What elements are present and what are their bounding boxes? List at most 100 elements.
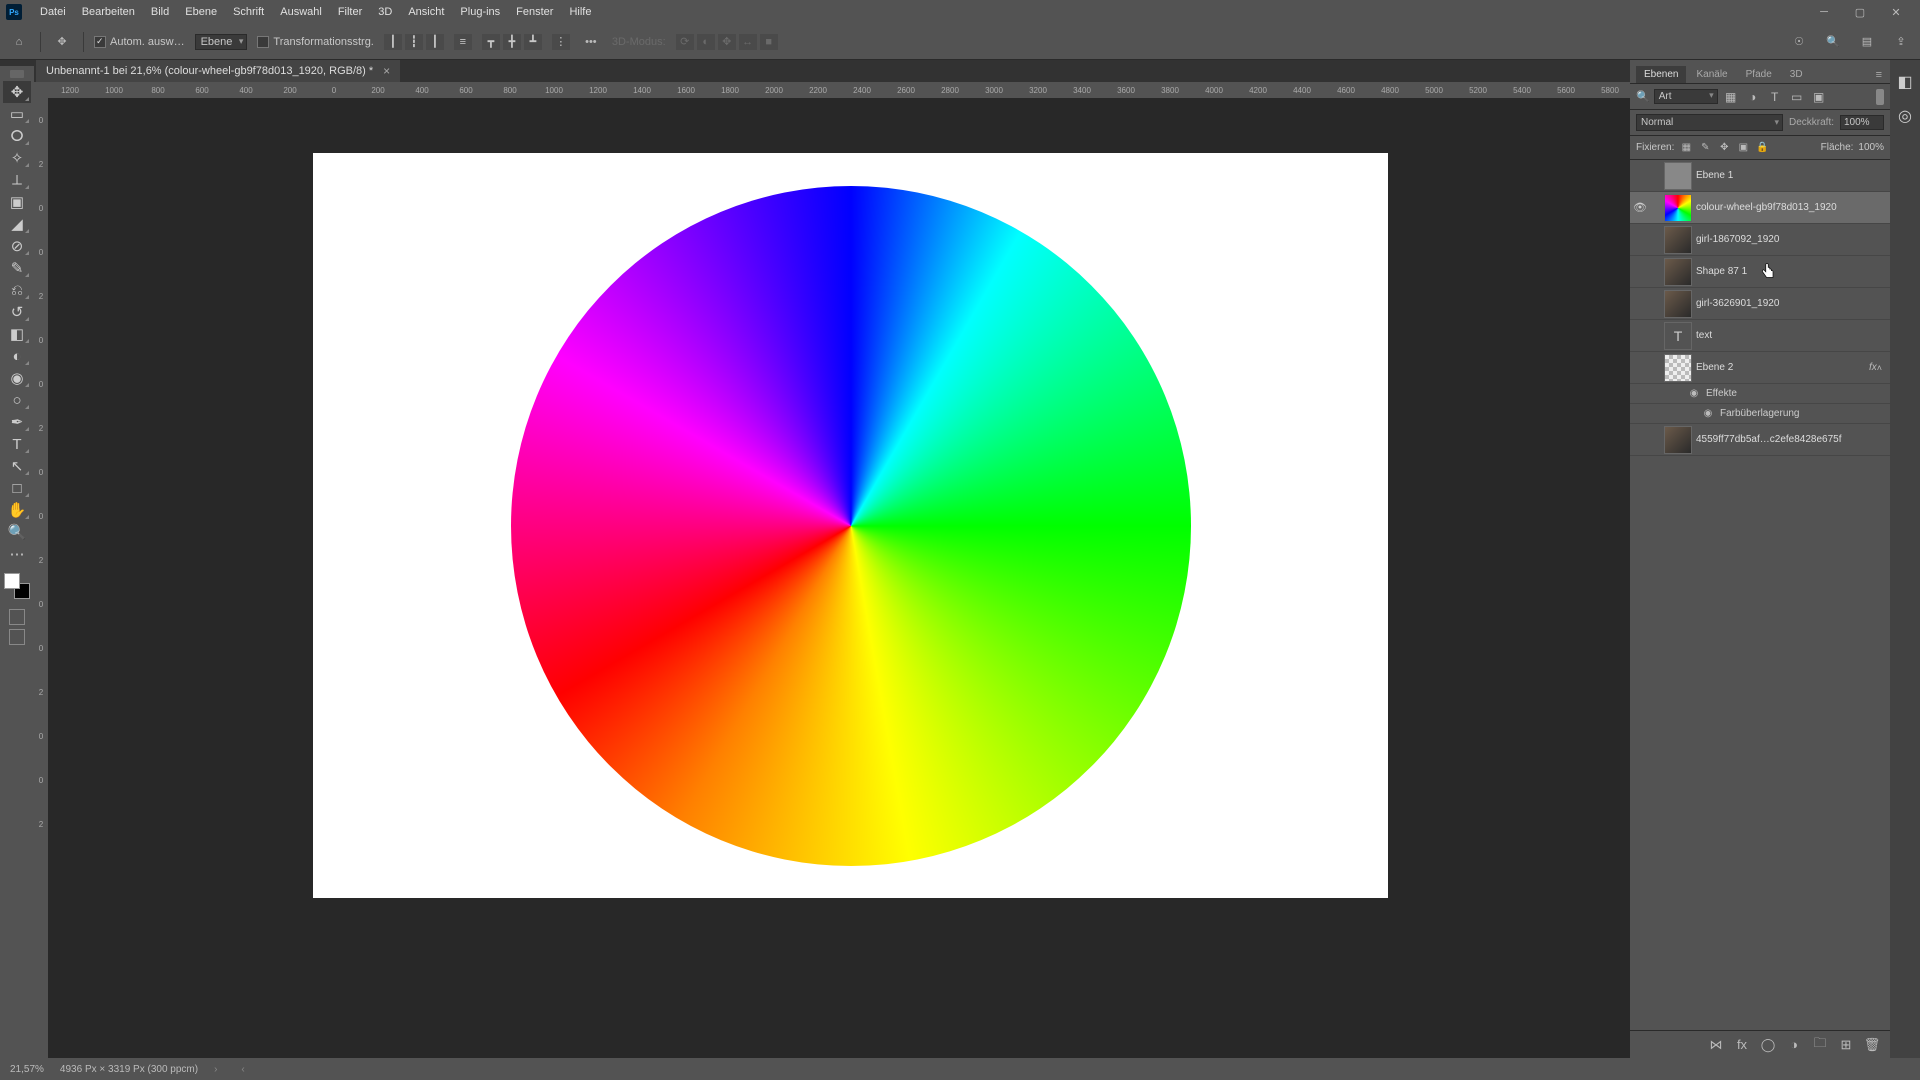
screen-mode-button[interactable] <box>9 629 25 645</box>
brush-tool[interactable]: ✎ <box>3 257 31 279</box>
tab-layers[interactable]: Ebenen <box>1636 66 1686 83</box>
canvas[interactable] <box>313 153 1388 898</box>
color-swatches[interactable] <box>4 573 30 599</box>
collapsed-panel-color-icon[interactable]: ◧ <box>1895 72 1915 92</box>
path-select-tool[interactable]: ↖ <box>3 455 31 477</box>
layer-row[interactable]: Ttext <box>1630 320 1890 352</box>
workspace-icon[interactable]: ▤ <box>1856 31 1878 53</box>
horizontal-ruler[interactable]: 1200100080060040020002004006008001000120… <box>48 82 1690 98</box>
filter-shape-icon[interactable]: ▭ <box>1788 88 1806 106</box>
filter-adjustment-icon[interactable]: ◑ <box>1744 88 1762 106</box>
layer-thumbnail[interactable] <box>1665 291 1691 317</box>
crop-tool[interactable]: ⟂ <box>3 169 31 191</box>
magic-wand-tool[interactable]: ✧ <box>3 147 31 169</box>
layer-thumbnail[interactable]: T <box>1665 323 1691 349</box>
healing-brush-tool[interactable]: ⊘ <box>3 235 31 257</box>
hand-tool[interactable]: ✋ <box>3 499 31 521</box>
document-info[interactable]: 4936 Px × 3319 Px (300 ppcm) <box>60 1064 198 1075</box>
lock-position-icon[interactable]: ✥ <box>1717 141 1731 155</box>
layer-name-label[interactable]: colour-wheel-gb9f78d013_1920 <box>1696 202 1882 213</box>
layer-row[interactable]: Shape 87 1 <box>1630 256 1890 288</box>
tab-3d[interactable]: 3D <box>1782 66 1811 83</box>
move-tool[interactable]: ✥ <box>3 81 31 103</box>
tab-paths[interactable]: Pfade <box>1738 66 1780 83</box>
distribute-v-button[interactable]: ⋮ <box>552 34 570 50</box>
fill-input[interactable]: 100% <box>1858 142 1884 153</box>
window-minimize[interactable]: ─ <box>1806 0 1842 24</box>
menu-datei[interactable]: Datei <box>32 0 74 24</box>
layer-row[interactable]: girl-3626901_1920 <box>1630 288 1890 320</box>
layer-fx-icon[interactable]: fx <box>1734 1037 1750 1053</box>
menu-auswahl[interactable]: Auswahl <box>272 0 330 24</box>
transform-controls-checkbox[interactable]: Transformationsstrg. <box>257 36 373 48</box>
ruler-origin[interactable] <box>34 82 48 98</box>
lock-artboard-icon[interactable]: ▣ <box>1736 141 1750 155</box>
layer-visibility-icon[interactable] <box>1630 424 1650 456</box>
align-left-button[interactable]: ┃ <box>384 34 402 50</box>
layer-row[interactable]: Ebene 2fx ˄ <box>1630 352 1890 384</box>
menu-schrift[interactable]: Schrift <box>225 0 272 24</box>
fx-visibility-icon[interactable]: ◉ <box>1702 408 1714 419</box>
eyedropper-tool[interactable]: ◢ <box>3 213 31 235</box>
clone-stamp-tool[interactable]: ⎌ <box>3 279 31 301</box>
lasso-tool[interactable]: ⵔ <box>3 125 31 147</box>
layer-fx-badge[interactable]: fx <box>1869 362 1877 373</box>
layer-name-label[interactable]: Shape 87 1 <box>1696 266 1882 277</box>
menu-bearbeiten[interactable]: Bearbeiten <box>74 0 143 24</box>
menu-fenster[interactable]: Fenster <box>508 0 561 24</box>
new-group-icon[interactable]: 🗀 <box>1812 1037 1828 1053</box>
distribute-h-button[interactable]: ≡ <box>454 34 472 50</box>
layer-visibility-icon[interactable] <box>1630 352 1650 384</box>
history-brush-tool[interactable]: ↺ <box>3 301 31 323</box>
zoom-value[interactable]: 21,57% <box>10 1064 44 1075</box>
layer-mask-icon[interactable]: ◯ <box>1760 1037 1776 1053</box>
filter-smart-icon[interactable]: ▣ <box>1810 88 1828 106</box>
menu-3d[interactable]: 3D <box>370 0 400 24</box>
layer-row[interactable]: Ebene 1 <box>1630 160 1890 192</box>
lock-all-icon[interactable]: 🔒 <box>1755 141 1769 155</box>
window-close[interactable]: ✕ <box>1878 0 1914 24</box>
layer-dropdown[interactable]: Ebene <box>195 34 248 50</box>
panel-menu-button[interactable]: ≡ <box>1874 67 1884 83</box>
link-layers-icon[interactable]: ⋈ <box>1708 1037 1724 1053</box>
zoom-tool[interactable]: 🔍 <box>3 521 31 543</box>
menu-plug-ins[interactable]: Plug-ins <box>452 0 508 24</box>
lock-paint-icon[interactable]: ✎ <box>1698 141 1712 155</box>
align-top-button[interactable]: ┳ <box>482 34 500 50</box>
collapsed-panel-swatches-icon[interactable]: ◎ <box>1895 106 1915 126</box>
tab-channels[interactable]: Kanäle <box>1688 66 1735 83</box>
align-vcenter-button[interactable]: ╋ <box>503 34 521 50</box>
layer-row[interactable]: girl-1867092_1920 <box>1630 224 1890 256</box>
layer-thumbnail[interactable] <box>1665 355 1691 381</box>
layer-visibility-icon[interactable] <box>1630 224 1650 256</box>
layer-name-label[interactable]: girl-1867092_1920 <box>1696 234 1882 245</box>
new-layer-icon[interactable]: ⊞ <box>1838 1037 1854 1053</box>
type-tool[interactable]: T <box>3 433 31 455</box>
layer-thumbnail[interactable] <box>1665 163 1691 189</box>
layer-row[interactable]: 4559ff77db5af…c2efe8428e675f <box>1630 424 1890 456</box>
layer-thumbnail[interactable] <box>1665 195 1691 221</box>
blur-tool[interactable]: ◉ <box>3 367 31 389</box>
fx-visibility-icon[interactable]: ◉ <box>1688 388 1700 399</box>
layer-visibility-icon[interactable] <box>1630 320 1650 352</box>
layer-thumbnail[interactable] <box>1665 427 1691 453</box>
layer-name-label[interactable]: girl-3626901_1920 <box>1696 298 1882 309</box>
share-icon[interactable]: ⇪ <box>1890 31 1912 53</box>
gradient-tool[interactable]: ◐ <box>3 345 31 367</box>
window-maximize[interactable]: ▢ <box>1842 0 1878 24</box>
auto-select-checkbox[interactable]: Autom. ausw… <box>94 36 185 48</box>
layer-thumbnail[interactable] <box>1665 259 1691 285</box>
align-bottom-button[interactable]: ┻ <box>524 34 542 50</box>
opacity-input[interactable]: 100% <box>1840 115 1884 130</box>
canvas-viewport[interactable] <box>48 98 1690 1058</box>
layer-name-label[interactable]: Ebene 1 <box>1696 170 1882 181</box>
layer-visibility-icon[interactable] <box>1630 160 1650 192</box>
layer-filter-dropdown[interactable]: Art <box>1654 89 1718 104</box>
adjustment-layer-icon[interactable]: ◑ <box>1786 1037 1802 1053</box>
layer-name-label[interactable]: Ebene 2 <box>1696 362 1865 373</box>
align-hcenter-button[interactable]: ┇ <box>405 34 423 50</box>
more-options-button[interactable]: ••• <box>580 31 602 53</box>
vertical-ruler[interactable]: 02002002002002002 <box>34 98 48 1058</box>
close-tab-icon[interactable]: × <box>383 64 390 78</box>
layer-thumbnail[interactable] <box>1665 227 1691 253</box>
